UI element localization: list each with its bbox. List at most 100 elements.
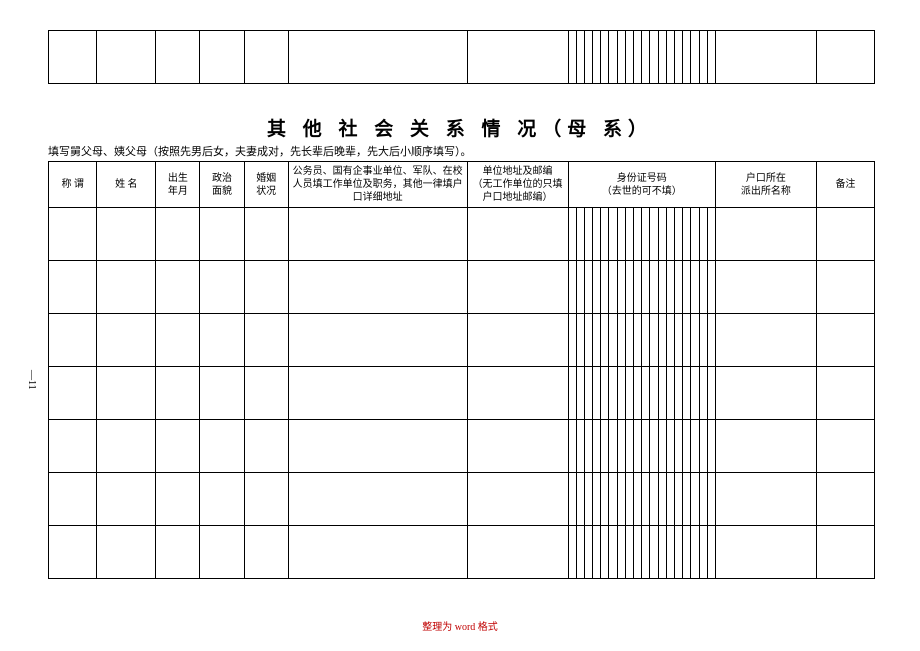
id-digit-cell (683, 473, 691, 526)
id-digit-cell (642, 420, 650, 473)
id-digit-cell (650, 367, 658, 420)
top-id-cell (666, 31, 674, 84)
id-digit-cell (584, 208, 592, 261)
id-digit-cell (634, 526, 642, 579)
id-digit-cell (650, 208, 658, 261)
header-hukou: 户口所在 派出所名称 (715, 162, 816, 208)
id-digit-cell (609, 208, 617, 261)
id-digit-cell (699, 420, 707, 473)
data-cell (244, 314, 288, 367)
data-cell (288, 314, 467, 367)
data-cell (244, 420, 288, 473)
id-digit-cell (683, 420, 691, 473)
id-digit-cell (617, 367, 625, 420)
data-cell (200, 261, 244, 314)
id-digit-cell (658, 473, 666, 526)
id-digit-cell (699, 314, 707, 367)
table-row (49, 261, 875, 314)
data-cell (97, 473, 156, 526)
id-digit-cell (576, 261, 584, 314)
top-cell (715, 31, 816, 84)
id-digit-cell (699, 367, 707, 420)
data-cell (156, 314, 200, 367)
data-cell (715, 208, 816, 261)
id-digit-cell (707, 261, 715, 314)
id-digit-cell (634, 367, 642, 420)
data-cell (244, 367, 288, 420)
data-cell (715, 261, 816, 314)
id-digit-cell (658, 208, 666, 261)
id-digit-cell (691, 526, 699, 579)
id-digit-cell (609, 420, 617, 473)
data-cell (715, 367, 816, 420)
data-cell (715, 526, 816, 579)
top-id-cell (576, 31, 584, 84)
id-digit-cell (650, 261, 658, 314)
top-continuation-table (48, 30, 875, 84)
id-digit-cell (658, 420, 666, 473)
id-digit-cell (650, 314, 658, 367)
data-cell (200, 420, 244, 473)
data-cell (244, 261, 288, 314)
id-digit-cell (642, 208, 650, 261)
id-digit-cell (683, 314, 691, 367)
data-cell (467, 473, 568, 526)
data-cell (467, 526, 568, 579)
id-digit-cell (707, 526, 715, 579)
id-digit-cell (584, 261, 592, 314)
id-digit-cell (625, 473, 633, 526)
id-digit-cell (658, 261, 666, 314)
id-digit-cell (609, 261, 617, 314)
data-cell (156, 261, 200, 314)
data-cell (816, 314, 874, 367)
id-digit-cell (658, 526, 666, 579)
id-digit-cell (674, 367, 682, 420)
top-id-cell (617, 31, 625, 84)
id-digit-cell (691, 420, 699, 473)
data-cell (156, 473, 200, 526)
id-digit-cell (683, 526, 691, 579)
data-cell (467, 314, 568, 367)
id-digit-cell (666, 314, 674, 367)
id-digit-cell (650, 420, 658, 473)
data-cell (97, 420, 156, 473)
id-digit-cell (576, 473, 584, 526)
data-cell (200, 208, 244, 261)
id-digit-cell (625, 314, 633, 367)
id-digit-cell (650, 473, 658, 526)
id-digit-cell (593, 473, 601, 526)
id-digit-cell (625, 420, 633, 473)
id-digit-cell (584, 473, 592, 526)
data-cell (49, 314, 97, 367)
top-id-cell (707, 31, 715, 84)
data-cell (288, 261, 467, 314)
id-digit-cell (674, 208, 682, 261)
id-digit-cell (707, 314, 715, 367)
top-id-cell (650, 31, 658, 84)
id-digit-cell (625, 367, 633, 420)
id-digit-cell (584, 314, 592, 367)
id-digit-cell (601, 420, 609, 473)
data-cell (467, 261, 568, 314)
id-digit-cell (576, 526, 584, 579)
data-cell (467, 367, 568, 420)
id-digit-cell (650, 526, 658, 579)
id-digit-cell (666, 208, 674, 261)
footer-note: 整理为 word 格式 (0, 618, 920, 633)
id-digit-cell (568, 420, 576, 473)
header-chengwei: 称 谓 (49, 162, 97, 208)
top-cell (97, 31, 156, 84)
data-cell (715, 420, 816, 473)
main-relations-table: 称 谓 姓 名 出生 年月 政治 面貌 婚姻 状况 公务员、国有企事业单位、军队… (48, 161, 875, 579)
top-id-cell (584, 31, 592, 84)
id-digit-cell (674, 314, 682, 367)
id-digit-cell (699, 261, 707, 314)
data-cell (49, 208, 97, 261)
data-cell (156, 526, 200, 579)
id-digit-cell (666, 261, 674, 314)
top-id-cell (699, 31, 707, 84)
table-row (49, 420, 875, 473)
id-digit-cell (601, 314, 609, 367)
id-digit-cell (642, 314, 650, 367)
top-id-cell (609, 31, 617, 84)
